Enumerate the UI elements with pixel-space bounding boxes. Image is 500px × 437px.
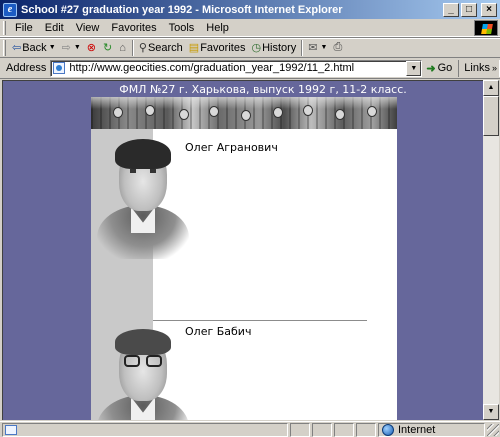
scroll-thumb[interactable]	[483, 96, 499, 136]
search-button[interactable]: ⚲ Search	[136, 39, 186, 57]
page-title: ФМЛ №27 г. Харькова, выпуск 1992 г, 11-2…	[119, 83, 407, 96]
address-bar: Address http://www.geocities.com/graduat…	[0, 58, 500, 79]
page-icon	[53, 62, 66, 74]
home-button[interactable]: ⌂	[116, 39, 130, 57]
zone-label: Internet	[398, 423, 436, 436]
globe-icon	[382, 423, 394, 436]
mail-icon: ✉	[308, 42, 318, 54]
forward-arrow-icon: ⇨	[61, 42, 71, 54]
print-button[interactable]: ⎙	[330, 39, 346, 57]
favorites-icon: ▤	[188, 42, 200, 54]
menu-edit[interactable]: Edit	[39, 20, 70, 36]
minimize-button[interactable]: _	[443, 2, 459, 17]
divider	[153, 320, 367, 321]
menu-grip[interactable]	[3, 20, 6, 35]
print-icon: ⎙	[333, 41, 343, 53]
links-button[interactable]: Links»	[458, 59, 500, 77]
address-label: Address	[6, 62, 47, 74]
search-label: Search	[147, 41, 183, 54]
stop-icon: ⊗	[86, 42, 96, 54]
address-url[interactable]: http://www.geocities.com/graduation_year…	[67, 62, 406, 74]
mail-button[interactable]: ✉ ▼	[305, 39, 330, 57]
toolbar-separator	[131, 39, 134, 56]
menu-tools[interactable]: Tools	[163, 20, 201, 36]
chevron-right-icon: »	[491, 62, 497, 73]
forward-button[interactable]: ⇨ ▼	[59, 39, 84, 57]
class-photo-banner	[91, 97, 397, 129]
security-zone-panel: Internet	[378, 422, 485, 437]
refresh-button[interactable]: ↻	[100, 39, 116, 57]
status-panel	[290, 422, 310, 437]
go-button[interactable]: ➜ Go	[422, 62, 456, 75]
stop-button[interactable]: ⊗	[84, 39, 100, 57]
scroll-up-icon[interactable]: ▲	[483, 80, 499, 96]
history-label: History	[262, 41, 297, 54]
title-bar: e School #27 graduation year 1992 - Micr…	[0, 0, 500, 19]
menu-help[interactable]: Help	[200, 20, 235, 36]
back-arrow-icon: ⇦	[12, 42, 22, 54]
page-status-icon	[5, 424, 17, 435]
go-label: Go	[437, 62, 453, 74]
close-button[interactable]: ×	[481, 2, 497, 17]
back-label: Back	[22, 41, 47, 54]
go-arrow-icon: ➜	[426, 62, 436, 75]
address-input[interactable]: http://www.geocities.com/graduation_year…	[50, 59, 423, 77]
search-icon: ⚲	[138, 42, 147, 54]
favorites-button[interactable]: ▤ Favorites	[186, 39, 249, 57]
history-button[interactable]: ◷ History	[248, 39, 299, 57]
back-button[interactable]: ⇦ Back ▼	[9, 39, 59, 57]
menu-favorites[interactable]: Favorites	[105, 20, 162, 36]
status-bar: Internet	[0, 421, 500, 437]
windows-logo-icon	[474, 20, 498, 36]
forward-dropdown-icon[interactable]: ▼	[74, 44, 81, 51]
menu-bar: File Edit View Favorites Tools Help	[0, 19, 500, 37]
menu-file[interactable]: File	[9, 20, 39, 36]
status-text-panel	[2, 422, 288, 437]
mail-dropdown-icon[interactable]: ▼	[321, 44, 328, 51]
toolbar-grip[interactable]	[3, 39, 6, 56]
page-viewport[interactable]: ФМЛ №27 г. Харькова, выпуск 1992 г, 11-2…	[2, 80, 483, 420]
toolbar-separator	[301, 39, 304, 56]
window-title: School #27 graduation year 1992 - Micros…	[21, 3, 343, 16]
resize-grip-icon[interactable]	[487, 423, 499, 436]
refresh-icon: ↻	[103, 42, 113, 54]
portrait-photo	[97, 329, 189, 420]
person-name: Олег Агранович	[185, 141, 278, 154]
ie-app-icon[interactable]: e	[3, 2, 17, 17]
menu-view[interactable]: View	[70, 20, 106, 36]
status-panel	[334, 422, 354, 437]
favorites-label: Favorites	[200, 41, 246, 54]
links-label: Links	[464, 61, 490, 74]
person-name: Олег Бабич	[185, 325, 252, 338]
content-panel: Олег Агранович Олег Бабич	[91, 129, 397, 420]
back-dropdown-icon[interactable]: ▼	[49, 44, 56, 51]
home-icon: ⌂	[119, 41, 126, 54]
portrait-photo	[97, 139, 189, 259]
maximize-button[interactable]: □	[461, 2, 477, 17]
standard-toolbar: ⇦ Back ▼ ⇨ ▼ ⊗ ↻ ⌂ ⚲ Search ▤ Favorites …	[0, 37, 500, 58]
scroll-down-icon[interactable]: ▼	[483, 404, 499, 420]
address-dropdown-icon[interactable]: ▼	[406, 60, 422, 76]
history-icon: ◷	[251, 42, 262, 54]
status-panel	[356, 422, 376, 437]
status-panel	[312, 422, 332, 437]
vertical-scrollbar[interactable]: ▲ ▼	[483, 80, 499, 420]
